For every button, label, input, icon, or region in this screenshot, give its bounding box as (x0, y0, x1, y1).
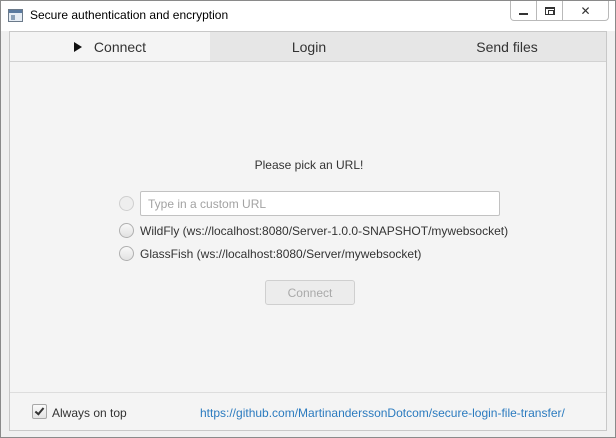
tab-connect-label: Connect (93, 38, 147, 55)
app-icon (8, 9, 23, 22)
window-title: Secure authentication and encryption (30, 8, 229, 22)
application-window: Secure authentication and encryption ✕ C… (0, 0, 616, 438)
title-bar[interactable]: Secure authentication and encryption ✕ (1, 1, 615, 31)
wildfly-radio[interactable] (119, 223, 134, 238)
glassfish-radio[interactable] (119, 246, 134, 261)
close-button[interactable]: ✕ (563, 1, 609, 21)
window-controls: ✕ (510, 1, 609, 21)
tab-send-files-label: Send files (476, 38, 538, 55)
always-on-top-checkbox[interactable] (32, 404, 47, 419)
minimize-button[interactable] (510, 1, 537, 21)
close-icon: ✕ (580, 3, 591, 18)
custom-url-radio[interactable] (119, 196, 134, 211)
tab-send-files[interactable]: Send files (408, 32, 606, 61)
connect-button[interactable]: Connect (265, 280, 355, 305)
tab-connect[interactable]: Connect (10, 32, 210, 61)
custom-url-input[interactable] (140, 191, 500, 216)
minimize-icon (519, 12, 528, 15)
tab-bar: Connect Login Send files (10, 32, 606, 62)
footer: Always on top https://github.com/Martina… (10, 392, 606, 430)
maximize-icon (544, 6, 555, 15)
tab-login-label: Login (291, 38, 327, 55)
checkmark-icon (34, 405, 45, 416)
always-on-top-label[interactable]: Always on top (52, 406, 127, 420)
url-prompt: Please pick an URL! (254, 158, 364, 172)
glassfish-option-label[interactable]: GlassFish (ws://localhost:8080/Server/my… (140, 247, 421, 261)
play-icon (73, 41, 82, 52)
tab-login[interactable]: Login (210, 32, 408, 61)
wildfly-option-label[interactable]: WildFly (ws://localhost:8080/Server-1.0.… (140, 224, 508, 238)
maximize-button[interactable] (537, 1, 563, 21)
github-repo-link[interactable]: https://github.com/MartinanderssonDotcom… (200, 406, 565, 420)
main-panel: Connect Login Send files Please pick an … (9, 31, 607, 431)
